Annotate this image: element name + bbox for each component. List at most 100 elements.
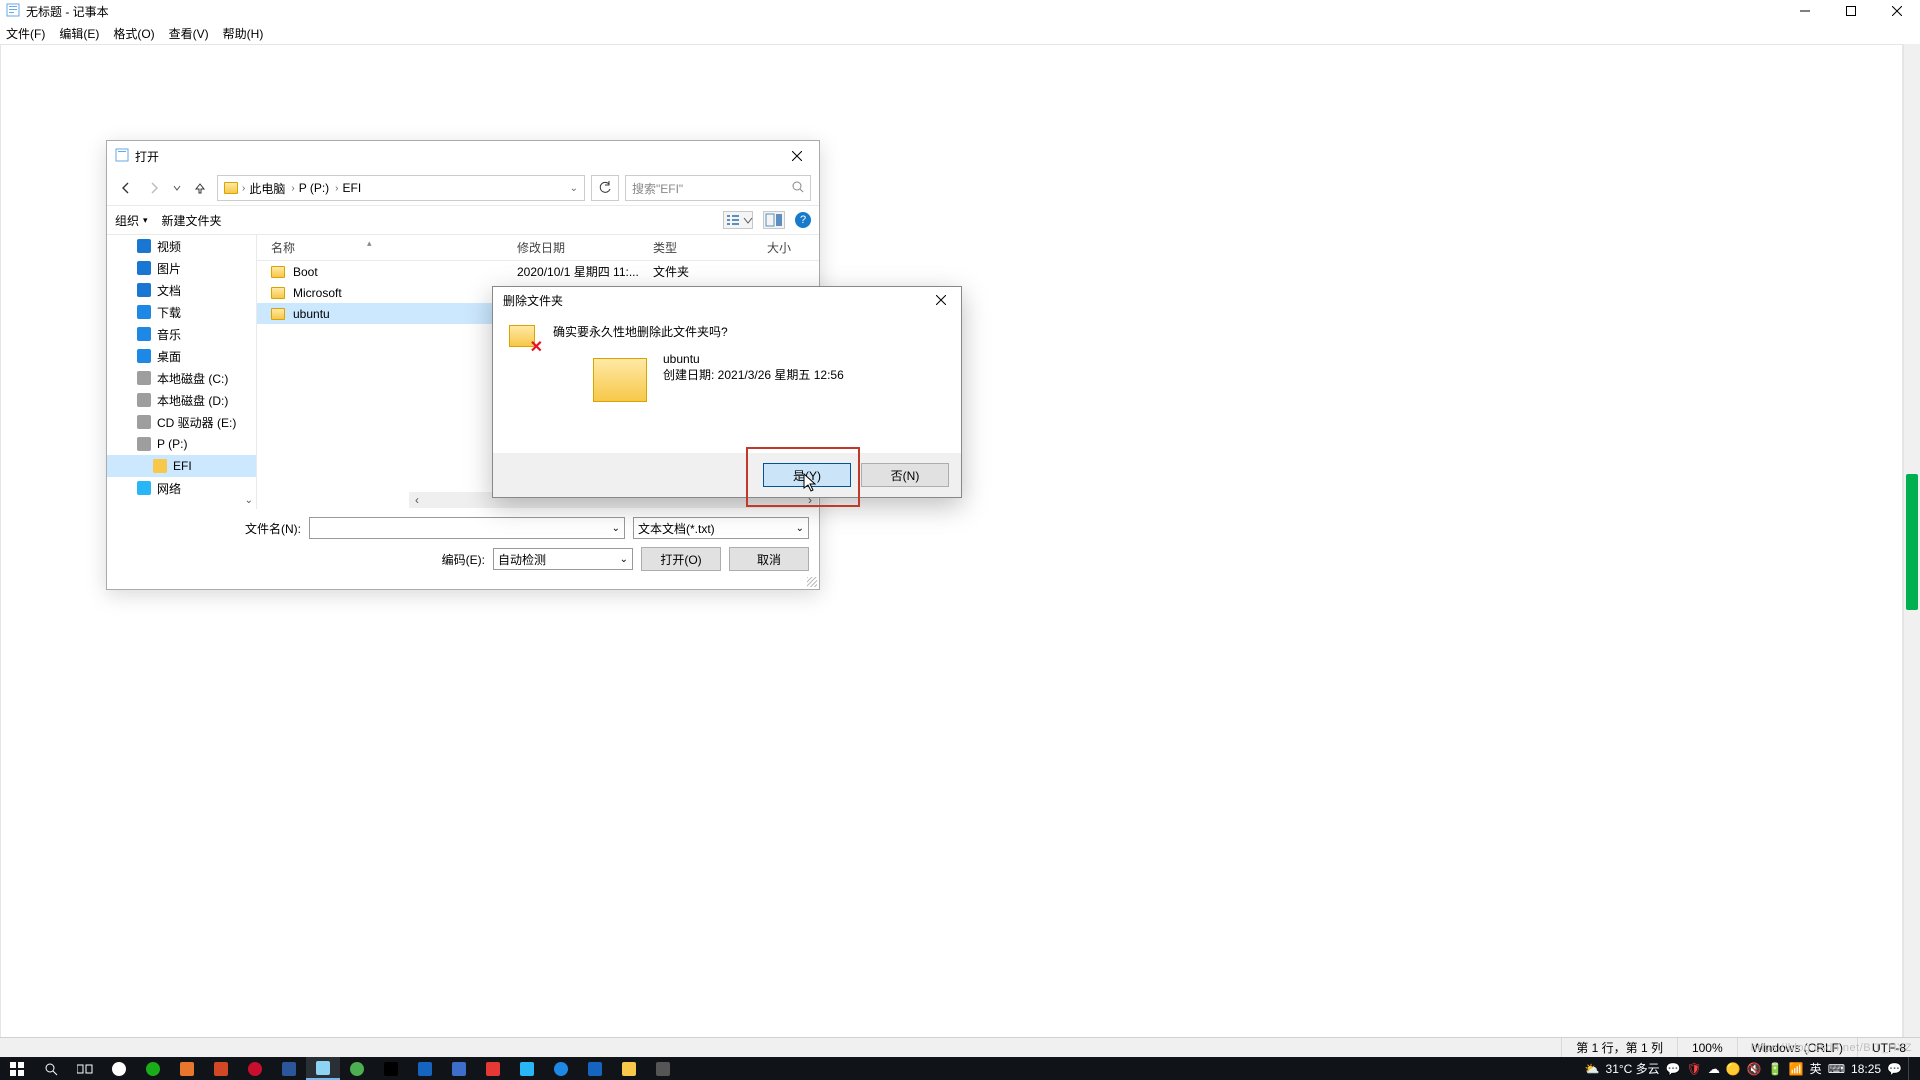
tree-item[interactable]: 网络 xyxy=(107,477,256,499)
organize-button[interactable]: 组织 ▾ xyxy=(115,212,148,229)
taskbar-app[interactable] xyxy=(510,1057,544,1080)
tree-item[interactable]: 下载 xyxy=(107,301,256,323)
scroll-left-button[interactable]: ‹ xyxy=(409,493,425,507)
taskbar-app[interactable] xyxy=(340,1057,374,1080)
refresh-button[interactable] xyxy=(591,175,619,201)
nav-forward-button[interactable] xyxy=(143,177,165,199)
search-input[interactable]: 搜索"EFI" xyxy=(625,175,811,201)
tray-icon[interactable]: 💬 xyxy=(1666,1062,1681,1076)
nav-recent-button[interactable] xyxy=(171,177,183,199)
minimize-button[interactable] xyxy=(1782,0,1828,22)
tray-icon[interactable]: 🟡 xyxy=(1726,1062,1741,1076)
tree-item[interactable]: P (P:) xyxy=(107,433,256,455)
taskbar-app[interactable] xyxy=(578,1057,612,1080)
tree-item[interactable]: 文档 xyxy=(107,279,256,301)
resize-grip[interactable] xyxy=(807,577,817,587)
open-dialog-close-button[interactable] xyxy=(774,141,819,171)
encoding-select[interactable]: 自动检测⌄ xyxy=(493,548,633,570)
taskbar-app[interactable] xyxy=(442,1057,476,1080)
open-button[interactable]: 打开(O) xyxy=(641,547,721,571)
taskbar-app[interactable] xyxy=(612,1057,646,1080)
network-icon[interactable]: 📶 xyxy=(1789,1062,1804,1076)
taskbar-app[interactable] xyxy=(136,1057,170,1080)
chevron-down-icon[interactable]: ⌄ xyxy=(570,183,578,194)
volume-icon[interactable]: 🔇 xyxy=(1747,1062,1762,1076)
chevron-down-icon[interactable]: ⌄ xyxy=(796,523,804,534)
show-desktop-button[interactable] xyxy=(1908,1057,1914,1080)
chevron-down-icon[interactable]: ⌄ xyxy=(620,554,628,565)
taskbar-app[interactable] xyxy=(408,1057,442,1080)
tree-item[interactable]: 音乐 xyxy=(107,323,256,345)
taskbar-app-notepad[interactable] xyxy=(306,1057,340,1080)
filetype-select[interactable]: 文本文档(*.txt)⌄ xyxy=(633,517,809,539)
col-size[interactable]: 大小 xyxy=(753,239,813,256)
col-date[interactable]: 修改日期 xyxy=(503,239,639,256)
cancel-button[interactable]: 取消 xyxy=(729,547,809,571)
filename-input[interactable]: ⌄ xyxy=(309,517,625,539)
notifications-button[interactable]: 💬 xyxy=(1887,1062,1902,1076)
taskbar-app[interactable] xyxy=(170,1057,204,1080)
taskbar-app[interactable] xyxy=(204,1057,238,1080)
tray-icon[interactable]: ☁ xyxy=(1708,1062,1720,1076)
column-headers[interactable]: 名称 ▴ 修改日期 类型 大小 xyxy=(257,235,819,261)
tree-item-icon xyxy=(137,327,151,341)
taskbar-app[interactable] xyxy=(238,1057,272,1080)
notepad-titlebar: 无标题 - 记事本 xyxy=(0,0,1920,22)
status-zoom: 100% xyxy=(1677,1038,1737,1057)
tree-item[interactable]: 视频 xyxy=(107,235,256,257)
close-button[interactable] xyxy=(1874,0,1920,22)
view-options-button[interactable] xyxy=(723,211,753,229)
tree-item[interactable]: EFI xyxy=(107,455,256,477)
taskbar-app[interactable] xyxy=(102,1057,136,1080)
notepad-window-buttons xyxy=(1782,0,1920,22)
help-button[interactable]: ? xyxy=(795,212,811,228)
preview-pane-button[interactable] xyxy=(763,211,785,229)
menu-edit[interactable]: 编辑(E) xyxy=(59,25,99,42)
breadcrumb-seg-2[interactable]: EFI xyxy=(343,181,362,195)
file-row[interactable]: Boot2020/10/1 星期四 11:...文件夹 xyxy=(257,261,819,282)
search-button[interactable] xyxy=(34,1057,68,1080)
breadcrumb-bar[interactable]: › 此电脑› P (P:)› EFI ⌄ xyxy=(217,175,585,201)
new-folder-button[interactable]: 新建文件夹 xyxy=(162,212,222,229)
menu-file[interactable]: 文件(F) xyxy=(6,25,45,42)
nav-up-button[interactable] xyxy=(189,177,211,199)
notepad-scrollbar[interactable] xyxy=(1903,44,1920,1040)
taskbar-app[interactable] xyxy=(646,1057,680,1080)
task-view-button[interactable] xyxy=(68,1057,102,1080)
clock[interactable]: 18:25 xyxy=(1851,1062,1881,1076)
menu-help[interactable]: 帮助(H) xyxy=(223,25,264,42)
start-button[interactable] xyxy=(0,1057,34,1080)
taskbar-app[interactable] xyxy=(272,1057,306,1080)
taskbar[interactable]: ⛅ 31°C 多云 💬 🛡 ☁ 🟡 🔇 🔋 📶 英 ⌨ 18:25 💬 xyxy=(0,1057,1920,1080)
chevron-down-icon[interactable]: ⌄ xyxy=(612,523,620,534)
nav-back-button[interactable] xyxy=(115,177,137,199)
weather-icon[interactable]: ⛅ xyxy=(1585,1062,1600,1076)
maximize-button[interactable] xyxy=(1828,0,1874,22)
taskbar-app[interactable] xyxy=(476,1057,510,1080)
menu-view[interactable]: 查看(V) xyxy=(169,25,209,42)
yes-button[interactable]: 是(Y) xyxy=(763,463,851,487)
breadcrumb-seg-0[interactable]: 此电脑 xyxy=(249,180,285,197)
no-button[interactable]: 否(N) xyxy=(861,463,949,487)
menu-format[interactable]: 格式(O) xyxy=(113,25,154,42)
confirm-close-button[interactable] xyxy=(921,287,961,313)
col-name[interactable]: 名称 xyxy=(271,241,295,255)
tree-item[interactable]: 图片 xyxy=(107,257,256,279)
weather-text[interactable]: 31°C 多云 xyxy=(1606,1060,1660,1077)
battery-icon[interactable]: 🔋 xyxy=(1768,1062,1783,1076)
tree-item[interactable]: 本地磁盘 (D:) xyxy=(107,389,256,411)
ime-indicator[interactable]: 英 xyxy=(1810,1060,1822,1077)
breadcrumb-seg-1[interactable]: P (P:) xyxy=(299,181,329,195)
tree-expand-chevron[interactable]: ⌄ xyxy=(245,495,253,506)
tree-item[interactable]: CD 驱动器 (E:) xyxy=(107,411,256,433)
folder-tree[interactable]: 视频图片文档下载音乐桌面本地磁盘 (C:)本地磁盘 (D:)CD 驱动器 (E:… xyxy=(107,235,257,509)
tree-item-icon xyxy=(137,239,151,253)
taskbar-app[interactable] xyxy=(374,1057,408,1080)
scrollbar-thumb[interactable] xyxy=(1906,474,1918,610)
tree-item[interactable]: 桌面 xyxy=(107,345,256,367)
keyboard-icon[interactable]: ⌨ xyxy=(1828,1062,1845,1076)
taskbar-app[interactable] xyxy=(544,1057,578,1080)
tray-icon[interactable]: 🛡 xyxy=(1687,1062,1702,1076)
tree-item[interactable]: 本地磁盘 (C:) xyxy=(107,367,256,389)
col-type[interactable]: 类型 xyxy=(639,239,753,256)
